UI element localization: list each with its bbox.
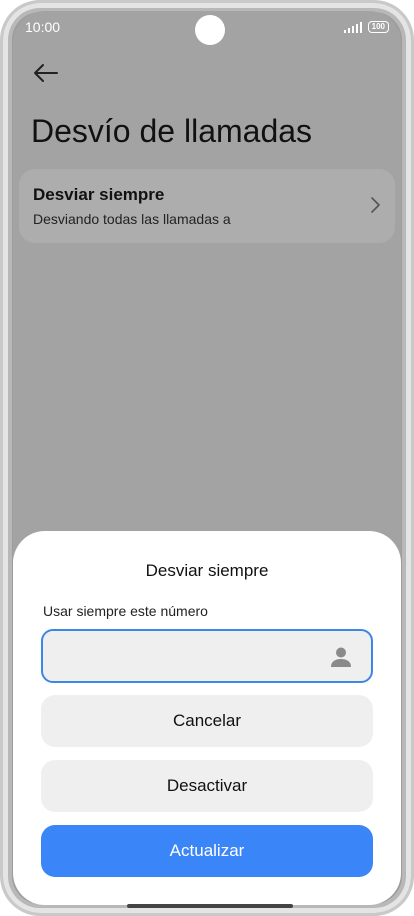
- front-camera: [195, 15, 225, 45]
- status-icons: 100: [343, 21, 389, 33]
- number-field-label: Usar siempre este número: [43, 603, 208, 619]
- forward-item-title: Desviar siempre: [33, 185, 165, 204]
- forward-item-subtitle: Desviando todas las llamadas a: [33, 211, 231, 227]
- signal-icon: [343, 21, 362, 33]
- dialog-title: Desviar siempre: [145, 561, 269, 580]
- screen: 10:00 100 Desvío de llamadas Desviar sie…: [13, 11, 401, 905]
- cancel-button[interactable]: Cancelar: [41, 695, 373, 747]
- battery-icon: 100: [367, 21, 389, 33]
- number-field[interactable]: [41, 629, 373, 683]
- status-time: 10:00: [25, 19, 61, 35]
- update-button[interactable]: Actualizar: [41, 825, 373, 877]
- forward-dialog: Desviar siempre Usar siempre este número…: [13, 531, 401, 905]
- arrow-left-icon[interactable]: [31, 61, 61, 85]
- person-icon[interactable]: [329, 645, 353, 669]
- phone-frame: 10:00 100 Desvío de llamadas Desviar sie…: [0, 0, 414, 916]
- chevron-right-icon: [371, 197, 380, 213]
- deactivate-button[interactable]: Desactivar: [41, 760, 373, 812]
- number-input[interactable]: [55, 641, 319, 673]
- page-title: Desvío de llamadas: [31, 113, 313, 149]
- home-indicator[interactable]: [127, 904, 293, 908]
- forward-always-item[interactable]: Desviar siempre Desviando todas las llam…: [19, 169, 395, 243]
